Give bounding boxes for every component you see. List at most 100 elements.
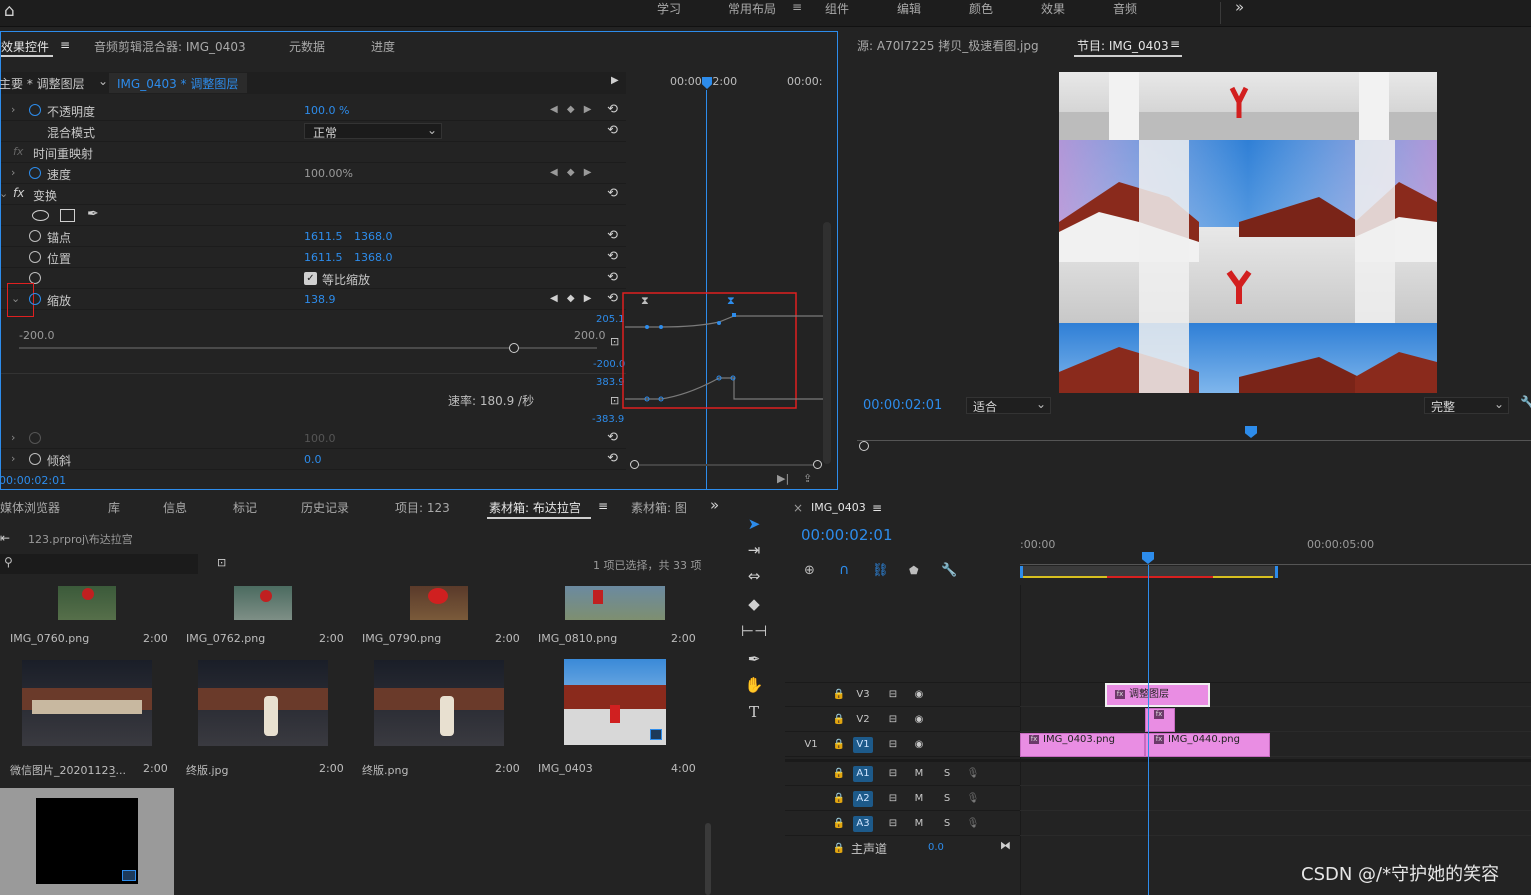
tab-audio-mixer[interactable]: 音频剪辑混合器: IMG_0403 [94, 38, 246, 55]
pen-mask-icon[interactable]: ✒ [87, 206, 99, 222]
list-item[interactable]: IMG_0810.png 2:00 [528, 586, 702, 648]
chevron-right-icon[interactable]: › [11, 166, 15, 179]
track-lane-v3[interactable]: fx 调整图层 [1020, 683, 1531, 707]
list-item[interactable]: 终版.png 2:00 [352, 652, 526, 780]
close-icon[interactable]: × [793, 501, 803, 515]
track-lane-a2[interactable] [1020, 787, 1531, 811]
reset-icon[interactable]: ⟲ [607, 270, 618, 285]
reset-icon[interactable]: ⟲ [607, 249, 618, 264]
reset-icon[interactable]: ⟲ [607, 186, 618, 201]
tab-metadata[interactable]: 元数据 [289, 38, 325, 55]
tab-menu-icon[interactable]: ≡ [598, 499, 608, 513]
list-item[interactable]: IMG_0762.png 2:00 [176, 586, 350, 648]
workspace-tab-layout[interactable]: 常用布局 [728, 0, 776, 17]
clip-transition[interactable]: fx [1145, 708, 1175, 732]
linked-selection-icon[interactable]: ⛓ [872, 563, 889, 578]
tab-libraries[interactable]: 库 [108, 499, 120, 516]
timeline-ruler[interactable] [1020, 555, 1531, 565]
lock-icon[interactable]: 🔒 [829, 737, 849, 753]
keyframe-nav[interactable]: ◀ ◆ ▶ [550, 293, 594, 304]
track-label-v3[interactable]: V3 [853, 687, 873, 703]
track-label-a1[interactable]: A1 [853, 766, 873, 782]
keyframe-nav[interactable]: ◀ ◆ ▶ [550, 104, 594, 115]
stopwatch-icon[interactable] [29, 230, 41, 242]
solo-button[interactable]: S [937, 766, 957, 782]
workspace-tab-effects[interactable]: 效果 [1041, 0, 1065, 17]
ripple-edit-tool-icon[interactable]: ⇔ [741, 565, 767, 587]
reset-icon[interactable]: ⟲ [607, 102, 618, 117]
reset-icon[interactable]: ⟲ [607, 291, 618, 306]
speed-value[interactable]: 100.00% [304, 167, 353, 180]
chevron-down-icon[interactable]: ⌄ [98, 74, 108, 88]
opacity-value[interactable]: 100.0 % [304, 104, 349, 117]
eye-icon[interactable]: ◉ [909, 687, 929, 703]
stopwatch-icon[interactable] [29, 104, 41, 116]
reset-icon[interactable]: ⟲ [607, 228, 618, 243]
sequence-clip-tab[interactable]: IMG_0403 * 调整图层 [109, 73, 247, 93]
reset-icon[interactable]: ⟲ [607, 430, 618, 445]
bin-scrollbar[interactable] [705, 823, 711, 895]
track-label-v1[interactable]: V1 [853, 737, 873, 753]
workspace-tab-edit[interactable]: 编辑 [897, 0, 921, 17]
quality-select[interactable]: 完整 ⌄ [1424, 397, 1509, 414]
more-tabs-icon[interactable]: » [710, 496, 719, 514]
mute-button[interactable]: M [909, 791, 929, 807]
razor-tool-icon[interactable]: ◆ [741, 593, 767, 615]
lock-icon[interactable]: 🔒 [829, 712, 849, 728]
search-input[interactable]: ⚲ [0, 554, 198, 574]
tab-menu-icon[interactable]: ≡ [872, 501, 882, 515]
track-label-v2[interactable]: V2 [853, 712, 873, 728]
chevron-right-icon[interactable]: › [11, 103, 15, 116]
tab-source[interactable]: 源: A70I7225 拷贝_极速看图.jpg [857, 37, 1039, 54]
scale-slider-thumb[interactable] [509, 343, 519, 353]
slip-tool-icon[interactable]: ⊢⊣ [741, 620, 767, 642]
lock-icon[interactable]: 🔒 [829, 841, 849, 857]
master-volume[interactable]: 0.0 [928, 842, 944, 853]
track-label-a2[interactable]: A2 [853, 791, 873, 807]
folder-up-icon[interactable]: ⇤ [0, 531, 10, 545]
program-timecode[interactable]: 00:00:02:01 [863, 398, 942, 413]
play-only-icon[interactable]: ▶ [611, 75, 619, 86]
workspace-tab-audio[interactable]: 音频 [1113, 0, 1137, 17]
tab-menu-icon[interactable]: ≡ [1170, 37, 1180, 51]
settings-icon[interactable]: ⇪ [803, 472, 812, 485]
keyframe-graph[interactable]: ⧗ ⧗ [621, 290, 826, 412]
skew-value[interactable]: 0.0 [304, 453, 322, 466]
lock-icon[interactable]: 🔒 [829, 791, 849, 807]
tab-project[interactable]: 项目: 123 [395, 499, 450, 516]
chevron-right-icon[interactable]: › [11, 431, 15, 444]
ec-ruler[interactable]: 00:00:02:00 00:00: [627, 72, 823, 94]
stopwatch-icon[interactable] [29, 293, 41, 305]
workspace-tab-learn[interactable]: 学习 [657, 0, 681, 17]
position-x[interactable]: 1611.5 [304, 251, 343, 264]
zoom-handle[interactable] [859, 441, 869, 451]
program-video-frame[interactable] [1059, 72, 1437, 393]
source-patch-v1[interactable]: V1 [801, 737, 821, 753]
home-icon[interactable]: ⌂ [4, 1, 15, 21]
eye-icon[interactable]: ◉ [909, 712, 929, 728]
tab-media-browser[interactable]: 媒体浏览器 [0, 499, 60, 516]
nest-icon[interactable]: ⊕ [804, 563, 815, 578]
keyframe-nav[interactable]: ◀ ◆ ▶ [550, 167, 594, 178]
track-lane-v2[interactable]: fx [1020, 708, 1531, 732]
microphone-icon[interactable]: 🎙 [963, 791, 983, 807]
stopwatch-icon[interactable] [29, 167, 41, 179]
sync-lock-icon[interactable]: ⊟ [883, 712, 903, 728]
list-item-selected[interactable] [0, 788, 174, 895]
type-tool-icon[interactable]: T [741, 701, 767, 723]
reset-icon[interactable]: ⟲ [607, 451, 618, 466]
sequence-tab[interactable]: IMG_0403 [811, 501, 866, 514]
list-item[interactable]: IMG_0403 4:00 [528, 652, 702, 780]
mute-button[interactable]: M [909, 766, 929, 782]
track-lane-v1[interactable]: fx IMG_0403.png fx IMG_0440.png [1020, 733, 1531, 757]
track-select-tool-icon[interactable]: ⇥ [741, 539, 767, 561]
chevron-down-icon[interactable]: ⌄ [0, 187, 8, 200]
ec-zoom-scrollbar[interactable] [630, 459, 822, 471]
mute-button[interactable]: M [909, 816, 929, 832]
track-lane-a3[interactable] [1020, 812, 1531, 836]
anchor-y[interactable]: 1368.0 [354, 230, 393, 243]
blend-select[interactable]: 正常 ⌄ [304, 123, 442, 140]
eye-icon[interactable]: ◉ [909, 737, 929, 753]
selection-tool-icon[interactable]: ➤ [741, 513, 767, 535]
sync-lock-icon[interactable]: ⊟ [883, 816, 903, 832]
